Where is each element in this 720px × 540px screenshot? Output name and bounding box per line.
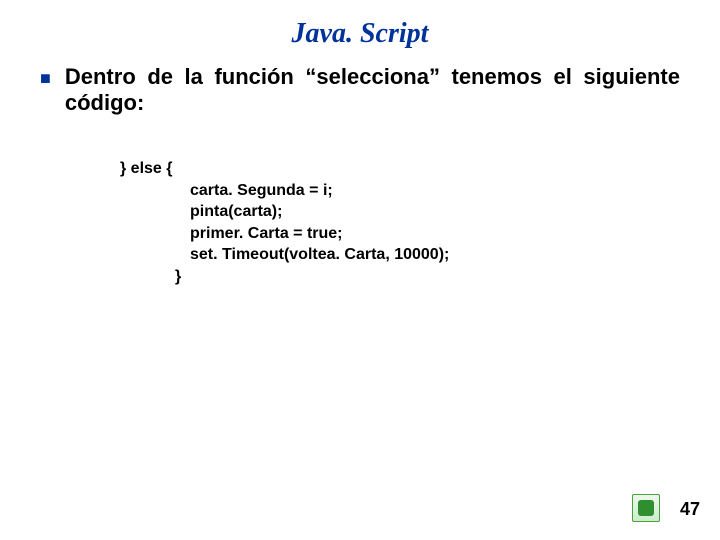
- bullet-icon: ■: [40, 64, 51, 92]
- slide-title: Java. Script: [0, 0, 720, 50]
- page-number: 47: [680, 499, 700, 520]
- slide-body: ■ Dentro de la función “selecciona” tene…: [0, 50, 720, 288]
- code-block: } else { carta. Segunda = i; pinta(carta…: [120, 158, 680, 288]
- slide: Java. Script ■ Dentro de la función “sel…: [0, 0, 720, 540]
- bullet-text: Dentro de la función “selecciona” tenemo…: [65, 64, 680, 116]
- code-line-open: } else {: [120, 158, 680, 180]
- code-line: set. Timeout(voltea. Carta, 10000);: [190, 244, 680, 266]
- footer-logo-icon: [632, 494, 660, 522]
- code-line-close: }: [175, 266, 680, 288]
- code-line: pinta(carta);: [190, 201, 680, 223]
- code-line: carta. Segunda = i;: [190, 180, 680, 202]
- code-line: primer. Carta = true;: [190, 223, 680, 245]
- bullet-item: ■ Dentro de la función “selecciona” tene…: [40, 64, 680, 116]
